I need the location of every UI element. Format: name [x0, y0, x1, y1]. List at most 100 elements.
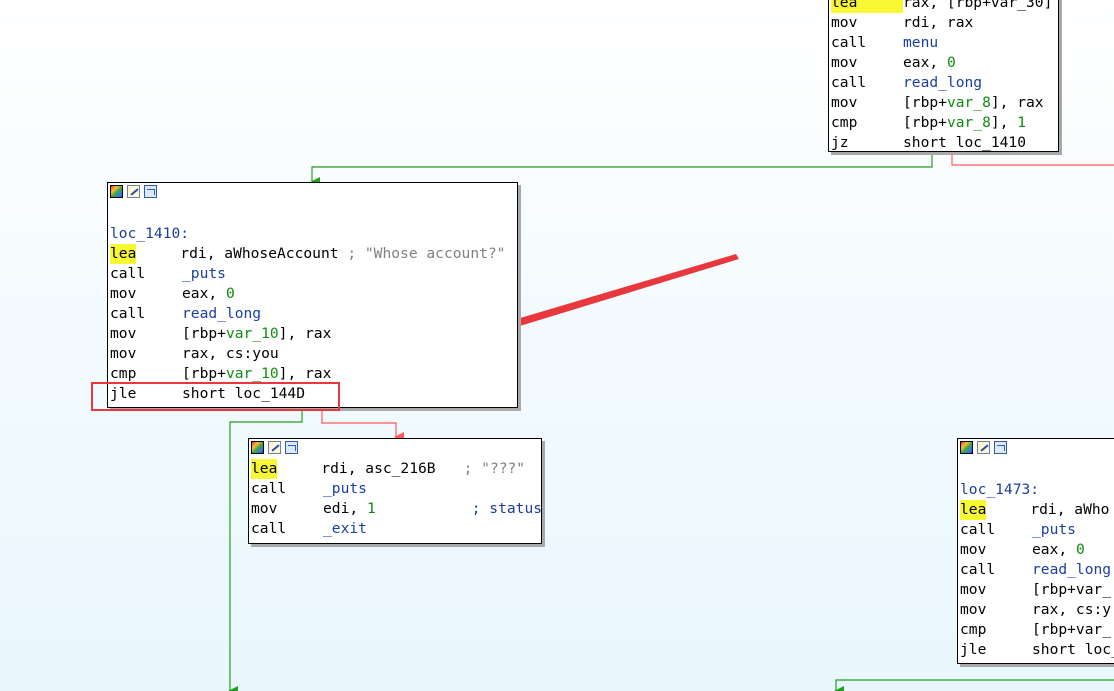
mnemonic: jle — [960, 641, 987, 658]
operand: read_long — [1032, 561, 1112, 578]
operand: edi, — [323, 500, 367, 517]
operand: rdi, aWho — [1030, 501, 1110, 518]
basic-block-loc-1410[interactable]: loc_1410: lea rdi, aWhoseAccount ; "Whose… — [107, 182, 518, 408]
operand: [rbp+var_ — [1032, 581, 1112, 598]
asm-line[interactable]: mov [rbp+var_ — [960, 580, 1114, 600]
asm-line[interactable]: mov rdi, rax — [831, 13, 1058, 33]
asm-line[interactable]: call menu — [831, 33, 1058, 53]
asm-line[interactable]: lea rdi, aWhoseAccount ; "Whose account?" — [110, 244, 517, 264]
asm-line[interactable]: cmp [rbp+var_ — [960, 620, 1114, 640]
asm-line[interactable]: call _exit — [251, 519, 541, 539]
asm-line[interactable]: lea rdi, asc_216B ; "???" — [251, 459, 541, 479]
annotation-highlight-box — [91, 382, 340, 411]
operand: rdi, asc_216B — [321, 460, 436, 477]
asm-line[interactable]: call _puts — [251, 479, 541, 499]
rename-pencil-icon[interactable] — [977, 441, 990, 454]
asm-line[interactable]: call read_long — [831, 73, 1058, 93]
comment: ; "Whose account?" — [347, 245, 506, 262]
block-toolbar — [249, 439, 541, 459]
operand: read_long — [182, 305, 262, 322]
operand: rdi, rax — [903, 14, 974, 31]
operand: _puts — [1032, 521, 1076, 538]
mnemonic: mov — [110, 285, 137, 302]
graph-overview-icon[interactable] — [144, 185, 157, 198]
asm-line[interactable]: lea rdi, aWho — [960, 500, 1114, 520]
mnemonic: mov — [960, 541, 987, 558]
block-label[interactable]: loc_1473: — [960, 480, 1114, 500]
mnemonic: call — [110, 305, 146, 322]
block-toolbar — [108, 183, 517, 203]
color-palette-icon[interactable] — [251, 441, 264, 454]
operand: _exit — [323, 520, 367, 537]
basic-block-top[interactable]: lea rax, [rbp+var_30] mov rdi, rax call men… — [828, 0, 1059, 152]
asm-line[interactable]: mov eax, 0 — [110, 284, 517, 304]
rename-pencil-icon[interactable] — [268, 441, 281, 454]
mnemonic: mov — [251, 500, 278, 517]
asm-line[interactable]: jz short loc_1410 — [831, 133, 1058, 153]
operand: menu — [903, 34, 939, 51]
asm-line[interactable]: jle short loc_ — [960, 640, 1114, 660]
operand: [rbp+var_8], rax — [903, 94, 1044, 111]
asm-line[interactable]: mov edi, 1; status — [251, 499, 543, 519]
mnemonic: call — [831, 74, 867, 91]
asm-line[interactable]: mov eax, 0 — [960, 540, 1114, 560]
comment: ; status — [471, 500, 543, 517]
mnemonic: cmp — [831, 114, 858, 131]
operand: eax, — [1032, 541, 1076, 558]
operand: read_long — [903, 74, 983, 91]
mnemonic: lea — [831, 0, 903, 13]
operand: _puts — [182, 265, 226, 282]
mnemonic: cmp — [110, 365, 137, 382]
color-palette-icon[interactable] — [110, 185, 123, 198]
operand: eax, — [182, 285, 226, 302]
asm-line[interactable]: call read_long — [110, 304, 517, 324]
asm-line[interactable]: call _puts — [110, 264, 517, 284]
asm-line[interactable]: mov rax, cs:you — [110, 344, 517, 364]
mnemonic: lea — [960, 500, 987, 520]
mnemonic: jz — [831, 134, 849, 151]
operand: [rbp+var_ — [1032, 621, 1112, 638]
operand: [rbp+ — [182, 365, 226, 382]
asm-line[interactable]: mov [rbp+var_10], rax — [110, 324, 517, 344]
mnemonic: mov — [831, 54, 858, 71]
asm-line[interactable]: call read_long — [960, 560, 1114, 580]
block-label[interactable]: loc_1410: — [110, 224, 517, 244]
operand: [rbp+ — [182, 325, 226, 342]
mnemonic: mov — [110, 345, 137, 362]
operand: rdi, aWhoseAccount — [180, 245, 339, 262]
operand: eax, 0 — [903, 54, 956, 71]
operand: short loc_ — [1032, 641, 1114, 658]
mnemonic: lea — [251, 459, 278, 479]
asm-line[interactable]: mov [rbp+var_8], rax — [831, 93, 1058, 113]
color-palette-icon[interactable] — [960, 441, 973, 454]
operand: [rbp+var_8], 1 — [903, 114, 1027, 131]
asm-line[interactable]: cmp [rbp+var_8], 1 — [831, 113, 1058, 133]
mnemonic: mov — [831, 14, 858, 31]
asm-line[interactable]: call _puts — [960, 520, 1114, 540]
operand: _puts — [323, 480, 367, 497]
asm-line[interactable]: mov rax, cs:y — [960, 600, 1114, 620]
edge-jz-false — [951, 152, 1114, 166]
edge-jle-false — [321, 408, 404, 442]
comment: ; "???" — [463, 460, 526, 477]
operand: short loc_1410 — [903, 134, 1027, 151]
edge-jz-true — [310, 152, 933, 187]
mnemonic: call — [110, 265, 146, 282]
rename-pencil-icon[interactable] — [127, 185, 140, 198]
mnemonic: mov — [960, 601, 987, 618]
mnemonic: mov — [110, 325, 137, 342]
operand: rax, [rbp+var_30] — [903, 0, 1053, 11]
mnemonic: mov — [960, 581, 987, 598]
operand: rax, cs:y — [1032, 601, 1112, 618]
asm-line[interactable]: mov eax, 0 — [831, 53, 1058, 73]
graph-overview-icon[interactable] — [994, 441, 1007, 454]
operand: rax, cs:you — [182, 345, 279, 362]
mnemonic: cmp — [960, 621, 987, 638]
basic-block-loc-1473[interactable]: loc_1473: lea rdi, aWho call _puts mov eax,… — [957, 438, 1114, 664]
mnemonic: call — [251, 520, 287, 537]
asm-line[interactable]: cmp [rbp+var_10], rax — [110, 364, 517, 384]
basic-block-exit[interactable]: lea rdi, asc_216B ; "???" call _puts mov edi… — [248, 438, 542, 544]
asm-line[interactable]: lea rax, [rbp+var_30] — [831, 0, 1058, 13]
edge-loc1473-in — [834, 679, 1114, 691]
graph-overview-icon[interactable] — [285, 441, 298, 454]
